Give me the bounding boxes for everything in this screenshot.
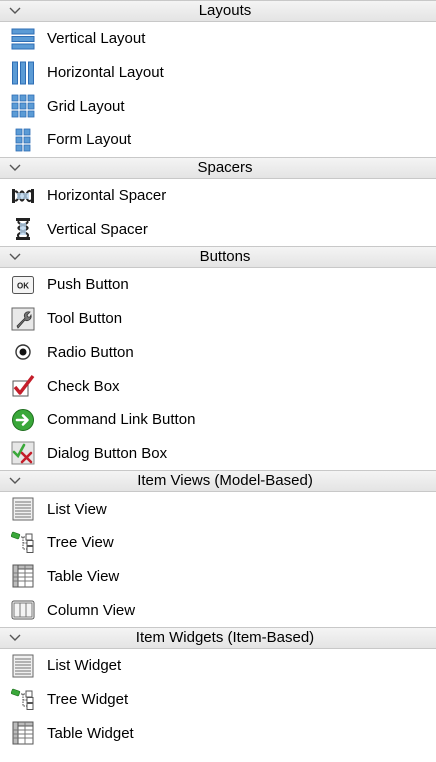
category-title: Buttons [199,248,251,266]
column-view-icon [11,598,35,622]
widget-label: Command Link Button [47,411,196,429]
widget-item-tool-button[interactable]: Tool Button [0,302,436,336]
table-widget-icon [11,721,35,745]
widget-label: Table View [47,567,120,585]
grid-layout-icon [11,94,35,118]
category-title: Item Widgets (Item-Based) [135,629,315,646]
widget-item-tree-widget[interactable]: Tree Widget [0,683,436,717]
chevron-down-icon[interactable] [8,633,22,643]
widget-label: Form Layout [47,131,132,149]
widget-label: Radio Button [47,343,134,361]
table-view-icon [11,564,35,588]
widget-item-radio-button[interactable]: Radio Button [0,336,436,370]
widget-item-table-view[interactable]: Table View [0,560,436,594]
widget-label: Table Widget [47,724,134,742]
horizontal-spacer-icon [11,184,35,208]
widget-item-push-button[interactable]: OK Push Button [0,268,436,302]
widget-label: Tree View [47,534,114,552]
widget-label: Check Box [47,377,120,395]
svg-text:OK: OK [17,281,29,290]
chevron-down-icon[interactable] [8,6,22,16]
list-widget-icon [11,654,35,678]
widget-item-vertical-layout[interactable]: Vertical Layout [0,22,436,56]
widget-item-vertical-spacer[interactable]: Vertical Spacer [0,212,436,246]
widget-item-horizontal-layout[interactable]: Horizontal Layout [0,56,436,90]
horizontal-layout-icon [11,61,35,85]
widget-item-column-view[interactable]: Column View [0,593,436,627]
widget-label: Push Button [47,276,129,294]
chevron-down-icon[interactable] [8,476,22,486]
widget-label: Tool Button [47,310,123,328]
widget-item-grid-layout[interactable]: Grid Layout [0,89,436,123]
widget-label: Dialog Button Box [47,444,168,462]
category-header-layouts[interactable]: Layouts [0,0,436,22]
widget-item-list-view[interactable]: List View [0,492,436,526]
widget-label: Vertical Spacer [47,220,148,238]
widget-label: Tree Widget [47,691,129,709]
widget-item-tree-view[interactable]: Tree View [0,526,436,560]
tool-button-icon [11,307,35,331]
tree-widget-icon [11,688,35,712]
category-header-item-widgets[interactable]: Item Widgets (Item-Based) [0,627,436,649]
widget-item-check-box[interactable]: Check Box [0,369,436,403]
widget-label: Horizontal Spacer [47,187,167,205]
check-box-icon [11,374,35,398]
widget-item-table-widget[interactable]: Table Widget [0,716,436,750]
chevron-down-icon[interactable] [8,252,22,262]
widget-label: List View [47,500,107,518]
form-layout-icon [11,128,35,152]
radio-button-icon [11,340,35,364]
widget-item-command-link-button[interactable]: Command Link Button [0,403,436,437]
widget-label: List Widget [47,657,122,675]
category-title: Item Views (Model-Based) [137,472,313,490]
widget-label: Vertical Layout [47,30,146,48]
widget-box: Layouts Vertical Layout Horizontal Layou… [0,0,436,762]
vertical-spacer-icon [11,217,35,241]
chevron-down-icon[interactable] [8,163,22,173]
widget-item-form-layout[interactable]: Form Layout [0,123,436,157]
widget-item-dialog-button-box[interactable]: Dialog Button Box [0,437,436,471]
widget-label: Horizontal Layout [47,64,164,82]
list-view-icon [11,497,35,521]
widget-item-horizontal-spacer[interactable]: Horizontal Spacer [0,179,436,213]
dialog-button-box-icon [11,441,35,465]
category-title: Spacers [197,158,253,176]
widget-label: Column View [47,601,136,619]
widget-label: Grid Layout [47,97,125,115]
category-header-item-views[interactable]: Item Views (Model-Based) [0,470,436,493]
category-header-buttons[interactable]: Buttons [0,246,436,269]
command-link-button-icon [11,408,35,432]
category-title: Layouts [198,2,252,19]
category-header-spacers[interactable]: Spacers [0,156,436,179]
push-button-icon: OK [11,273,35,297]
vertical-layout-icon [11,27,35,51]
widget-item-list-widget[interactable]: List Widget [0,649,436,683]
tree-view-icon [11,531,35,555]
